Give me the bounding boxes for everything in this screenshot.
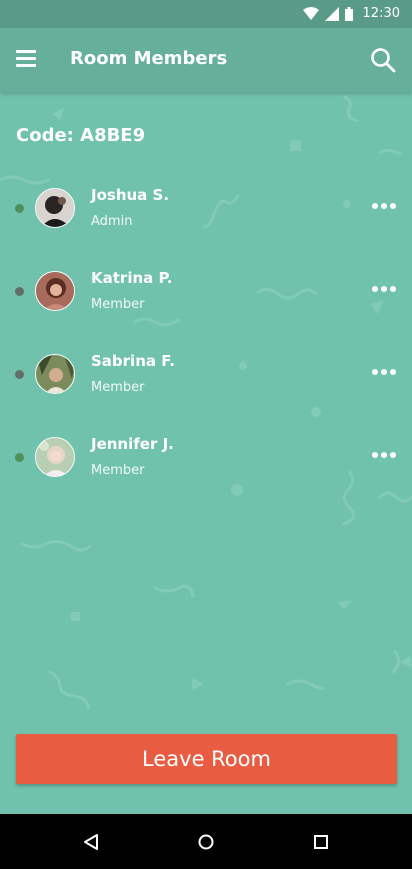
avatar bbox=[35, 188, 75, 228]
more-options-icon[interactable] bbox=[372, 452, 396, 458]
member-name: Jennifer J. bbox=[91, 435, 174, 453]
navigation-bar bbox=[0, 814, 412, 869]
more-options-icon[interactable] bbox=[372, 369, 396, 375]
menu-button[interactable] bbox=[16, 50, 36, 68]
avatar bbox=[35, 437, 75, 477]
home-icon[interactable] bbox=[197, 833, 215, 851]
avatar bbox=[35, 354, 75, 394]
hamburger-icon-line bbox=[16, 57, 36, 60]
member-row[interactable]: Katrina P. Member bbox=[0, 257, 412, 327]
member-role: Member bbox=[91, 380, 145, 395]
wifi-icon bbox=[302, 6, 319, 20]
page-title: Room Members bbox=[70, 48, 228, 69]
member-role: Member bbox=[91, 463, 145, 478]
more-options-icon[interactable] bbox=[372, 286, 396, 292]
hamburger-icon-line bbox=[16, 64, 36, 67]
member-row[interactable]: Jennifer J. Member bbox=[0, 423, 412, 493]
search-icon[interactable] bbox=[370, 47, 396, 73]
members-content: Code: A8BE9 Joshua S. Admin Katrina P. M… bbox=[0, 92, 412, 814]
online-status-dot bbox=[15, 204, 24, 213]
member-name: Katrina P. bbox=[91, 269, 173, 287]
member-role: Admin bbox=[91, 214, 133, 229]
leave-room-button[interactable]: Leave Room bbox=[16, 734, 397, 784]
recents-icon[interactable] bbox=[312, 833, 330, 851]
offline-status-dot bbox=[15, 370, 24, 379]
member-name: Sabrina F. bbox=[91, 352, 175, 370]
member-name: Joshua S. bbox=[91, 186, 170, 204]
hamburger-icon-line bbox=[16, 50, 36, 53]
member-row[interactable]: Sabrina F. Member bbox=[0, 340, 412, 410]
offline-status-dot bbox=[15, 287, 24, 296]
signal-icon bbox=[324, 6, 339, 21]
member-role: Member bbox=[91, 297, 145, 312]
back-icon[interactable] bbox=[82, 833, 100, 851]
online-status-dot bbox=[15, 453, 24, 462]
battery-icon bbox=[344, 6, 353, 21]
app-bar: Room Members bbox=[0, 28, 412, 92]
member-row[interactable]: Joshua S. Admin bbox=[0, 174, 412, 244]
more-options-icon[interactable] bbox=[372, 203, 396, 209]
status-time: 12:30 bbox=[362, 6, 400, 21]
status-bar: 12:30 bbox=[0, 0, 412, 28]
avatar bbox=[35, 271, 75, 311]
room-code: Code: A8BE9 bbox=[16, 125, 146, 146]
